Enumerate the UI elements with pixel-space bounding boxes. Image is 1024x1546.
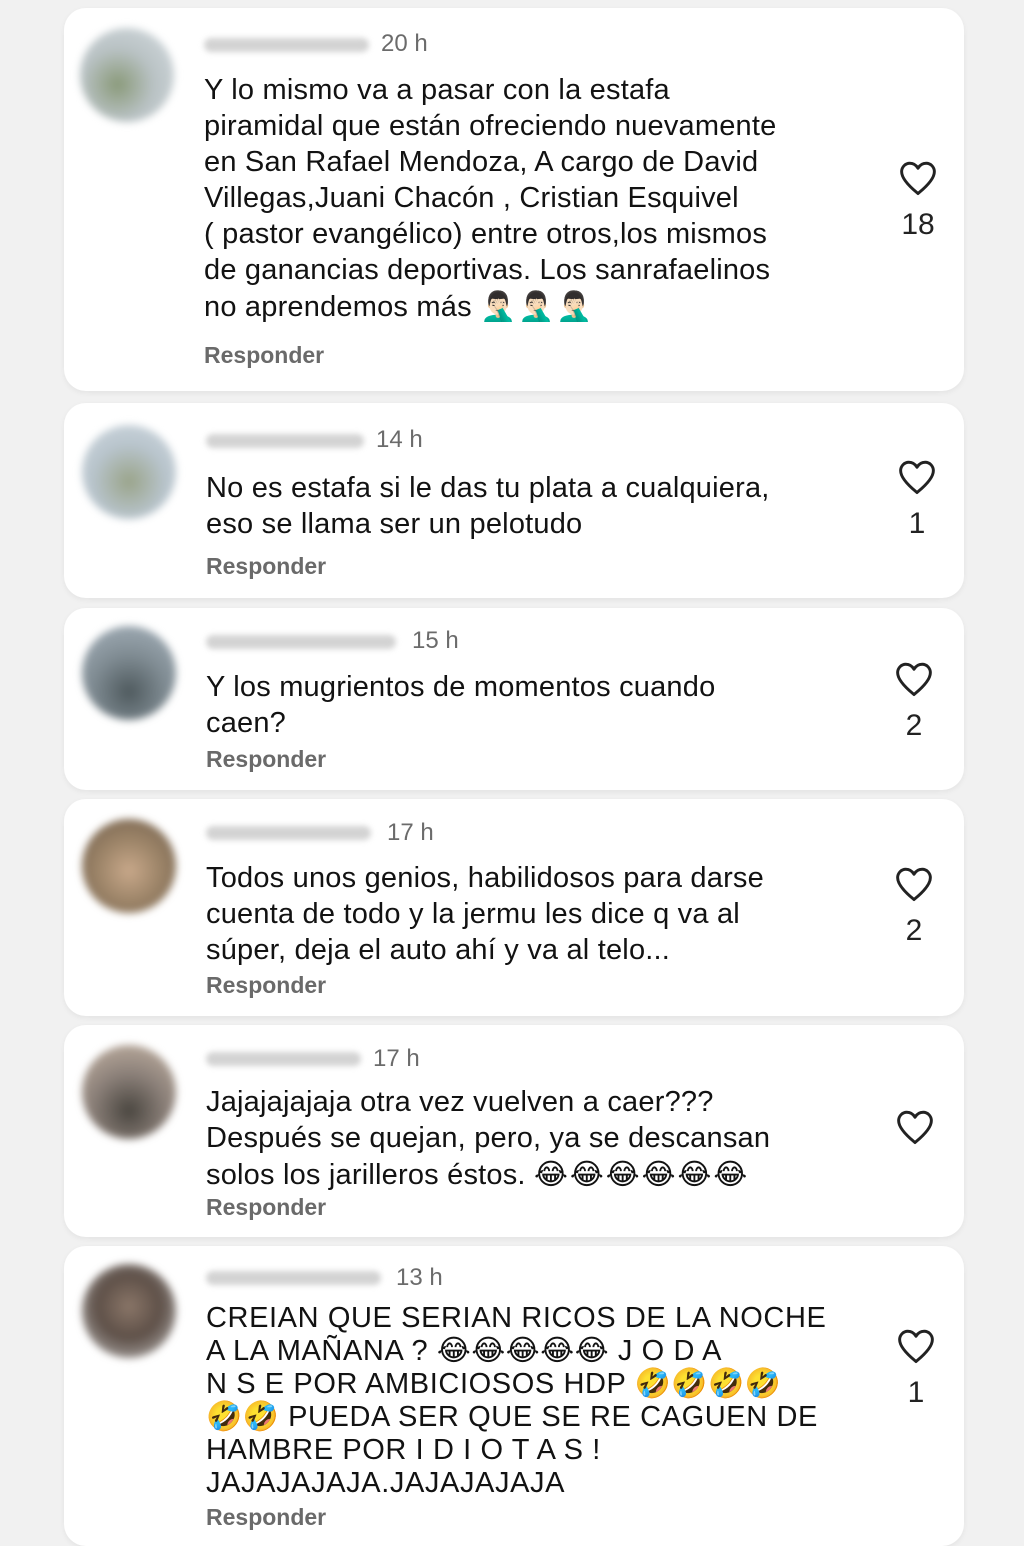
username[interactable] [206, 826, 371, 840]
heart-icon[interactable] [895, 1109, 935, 1145]
like-control [895, 1109, 935, 1157]
comment-text: Todos unos genios, habilidosos para dars… [206, 860, 846, 968]
comment-line: CREIAN QUE SERIAN RICOS DE LA NOCHE [206, 1302, 827, 1334]
reply-button[interactable]: Responder [206, 746, 326, 773]
comment-line: JAJAJAJAJA.JAJAJAJAJA [206, 1467, 566, 1499]
comment-time: 13 h [396, 1264, 443, 1291]
comment-line: no aprendemos más [204, 291, 472, 323]
laughing-emoji: 😂😂😂😂😂😂 [533, 1157, 750, 1191]
heart-icon[interactable] [898, 160, 938, 196]
like-control: 2 [894, 866, 934, 948]
username[interactable] [206, 434, 364, 448]
comment-line: Y lo mismo va a pasar con la estafa [204, 74, 670, 106]
comment-line: solos los jarilleros éstos. [206, 1159, 526, 1191]
comment-text: Jajajajajaja otra vez vuelven a caer??? … [206, 1084, 846, 1193]
like-control: 1 [896, 1328, 936, 1410]
username[interactable] [206, 1271, 381, 1285]
like-count: 2 [905, 709, 923, 742]
avatar[interactable] [82, 1264, 176, 1358]
comment-text: Y lo mismo va a pasar con la estafa pira… [204, 72, 844, 325]
avatar[interactable] [82, 626, 176, 720]
like-control: 18 [898, 160, 938, 242]
heart-icon[interactable] [894, 661, 934, 697]
username[interactable] [206, 1052, 361, 1066]
reply-button[interactable]: Responder [204, 342, 324, 369]
comment-line: Villegas,Juani Chacón , Cristian Esquive… [204, 182, 739, 214]
comment-time: 20 h [381, 30, 428, 57]
comment-card: 14 h No es estafa si le das tu plata a c… [64, 403, 964, 598]
avatar[interactable] [82, 425, 176, 519]
comment-line: en San Rafael Mendoza, A cargo de David [204, 146, 759, 178]
like-count: 18 [901, 208, 935, 241]
comment-card: 17 h Todos unos genios, habilidosos para… [64, 799, 964, 1016]
like-control: 1 [897, 459, 937, 541]
comment-line: ( pastor evangélico) entre otros,los mis… [204, 218, 768, 250]
username[interactable] [206, 635, 396, 649]
comment-line: N S E POR AMBICIOSOS HDP 🤣🤣🤣🤣 [206, 1368, 782, 1400]
reply-button[interactable]: Responder [206, 1504, 326, 1531]
comment-text: Y los mugrientos de momentos cuando caen… [206, 669, 846, 741]
comment-card: 13 h CREIAN QUE SERIAN RICOS DE LA NOCHE… [64, 1246, 964, 1546]
like-count: 1 [907, 1376, 925, 1409]
reply-button[interactable]: Responder [206, 972, 326, 999]
avatar[interactable] [82, 1045, 176, 1139]
comment-line: Después se quejan, pero, ya se descansan [206, 1122, 771, 1154]
comment-line: de ganancias deportivas. Los sanrafaelin… [204, 254, 771, 286]
comment-line: A LA MAÑANA ? 😂😂😂😂😂 J O D A [206, 1335, 723, 1367]
facepalm-emoji: 🤦🏻‍♂️🤦🏻‍♂️🤦🏻‍♂️ [480, 289, 595, 323]
comment-line: No es estafa si le das tu plata a cualqu… [206, 472, 770, 504]
username[interactable] [204, 38, 369, 52]
comment-line: Jajajajajaja otra vez vuelven a caer??? [206, 1086, 714, 1118]
comment-line: caen? [206, 707, 287, 739]
heart-icon[interactable] [896, 1328, 936, 1364]
reply-button[interactable]: Responder [206, 1194, 326, 1221]
like-control: 2 [894, 661, 934, 743]
avatar[interactable] [80, 28, 174, 122]
comment-time: 17 h [373, 1045, 420, 1072]
avatar[interactable] [82, 819, 176, 913]
comment-time: 14 h [376, 426, 423, 453]
comment-line: súper, deja el auto ahí y va al telo... [206, 934, 671, 966]
comment-line: piramidal que están ofreciendo nuevament… [204, 110, 777, 142]
comment-line: Y los mugrientos de momentos cuando [206, 671, 716, 703]
comment-text: CREIAN QUE SERIAN RICOS DE LA NOCHE A LA… [206, 1302, 846, 1500]
reply-button[interactable]: Responder [206, 553, 326, 580]
comment-line: eso se llama ser un pelotudo [206, 508, 583, 540]
comment-line: 🤣🤣 PUEDA SER QUE SE RE CAGUEN DE [206, 1401, 818, 1433]
heart-icon[interactable] [894, 866, 934, 902]
like-count: 1 [908, 507, 926, 540]
comment-text: No es estafa si le das tu plata a cualqu… [206, 470, 846, 542]
heart-icon[interactable] [897, 459, 937, 495]
comment-card: 15 h Y los mugrientos de momentos cuando… [64, 608, 964, 790]
comment-time: 17 h [387, 819, 434, 846]
like-count: 2 [905, 914, 923, 947]
comment-line: Todos unos genios, habilidosos para dars… [206, 862, 764, 894]
comment-line: cuenta de todo y la jermu les dice q va … [206, 898, 740, 930]
comment-card: 17 h Jajajajajaja otra vez vuelven a cae… [64, 1025, 964, 1237]
comment-time: 15 h [412, 627, 459, 654]
comment-line: HAMBRE POR I D I O T A S ! [206, 1434, 601, 1466]
comment-card: 20 h Y lo mismo va a pasar con la estafa… [64, 8, 964, 391]
